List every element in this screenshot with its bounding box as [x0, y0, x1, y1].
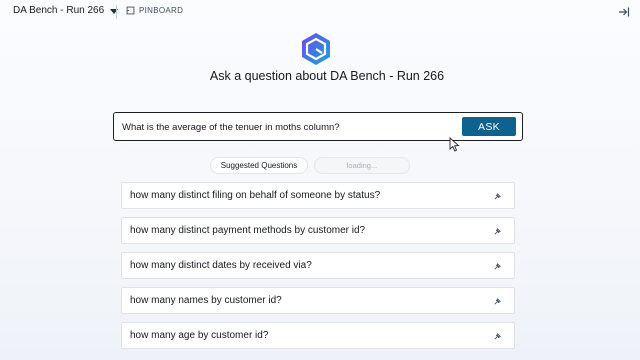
top-bar: DA Bench - Run 266 PINBOARD	[0, 0, 640, 24]
suggestion-item[interactable]: how many names by customer id?	[121, 287, 515, 314]
loading-indicator: loading...	[314, 157, 410, 174]
suggestion-text: how many distinct dates by received via?	[130, 260, 312, 271]
topbar-divider	[116, 5, 117, 19]
pin-icon[interactable]	[493, 227, 502, 236]
workspace-label: DA Bench - Run 266	[13, 5, 105, 16]
ask-button[interactable]: ASK	[462, 117, 516, 136]
workspace-selector[interactable]: DA Bench - Run 266	[13, 5, 119, 16]
suggestion-text: how many distinct filing on behalf of so…	[130, 190, 381, 201]
app-logo-icon	[302, 33, 330, 65]
suggestion-item[interactable]: how many distinct filing on behalf of so…	[121, 182, 515, 209]
page-title: Ask a question about DA Bench - Run 266	[209, 69, 445, 83]
question-input[interactable]	[122, 120, 452, 134]
pin-icon[interactable]	[493, 297, 502, 306]
suggestion-item[interactable]: how many distinct payment methods by cus…	[121, 217, 515, 244]
question-box: ASK	[113, 112, 523, 141]
pinboard-button[interactable]: PINBOARD	[126, 6, 183, 15]
pin-icon	[126, 6, 135, 15]
pinboard-label: PINBOARD	[139, 6, 184, 15]
suggestions-list: how many distinct filing on behalf of so…	[121, 182, 515, 357]
suggested-questions-tab[interactable]: Suggested Questions	[210, 157, 308, 174]
page: DA Bench - Run 266 PINBOARD Ask a questi…	[0, 0, 640, 360]
collapse-panel-icon[interactable]	[618, 6, 630, 18]
pin-icon[interactable]	[493, 332, 502, 341]
pin-icon[interactable]	[493, 192, 502, 201]
suggestion-text: how many names by customer id?	[130, 295, 282, 306]
suggestion-text: how many distinct payment methods by cus…	[130, 225, 366, 236]
suggestion-text: how many age by customer id?	[130, 330, 269, 341]
pin-icon[interactable]	[493, 262, 502, 271]
suggestion-item[interactable]: how many distinct dates by received via?	[121, 252, 515, 279]
mouse-cursor-icon	[449, 137, 460, 152]
suggestion-item[interactable]: how many age by customer id?	[121, 322, 515, 349]
